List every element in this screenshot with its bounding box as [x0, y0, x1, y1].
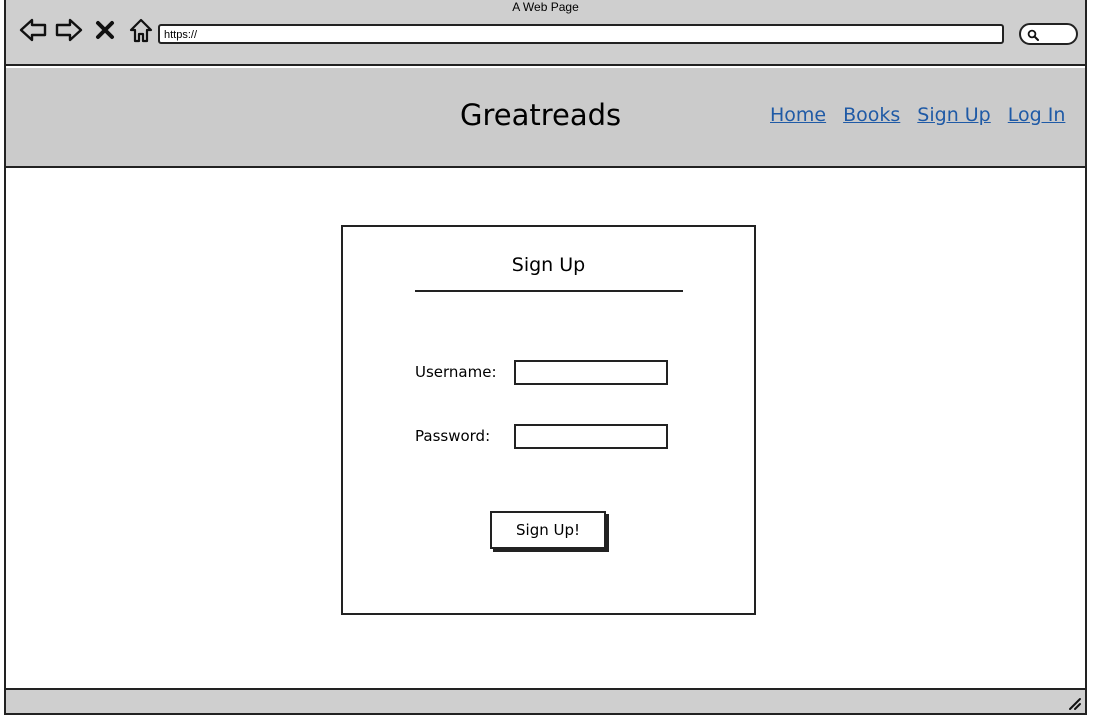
username-label: Username:	[415, 363, 497, 381]
browser-window: A Web Page https:// Greatreads Home Book…	[4, 0, 1087, 715]
browser-nav-buttons	[18, 14, 156, 46]
search-icon	[1027, 29, 1039, 41]
password-input[interactable]	[514, 424, 668, 449]
address-bar[interactable]	[158, 24, 1004, 44]
forward-arrow-icon[interactable]	[54, 15, 84, 45]
signup-card: Sign Up Username: Password: Sign Up!	[341, 225, 756, 615]
browser-chrome: A Web Page	[6, 0, 1085, 66]
status-bar	[6, 688, 1085, 713]
password-label: Password:	[415, 427, 491, 445]
nav-link-home[interactable]: Home	[770, 104, 826, 126]
home-icon[interactable]	[126, 15, 156, 45]
resize-grip-icon[interactable]	[1066, 695, 1082, 711]
site-nav: Home Books Sign Up Log In	[770, 104, 1065, 126]
nav-link-sign-up[interactable]: Sign Up	[917, 104, 990, 126]
signup-title: Sign Up	[511, 254, 586, 276]
site-header: Greatreads Home Books Sign Up Log In	[6, 68, 1085, 168]
username-input[interactable]	[514, 360, 668, 385]
title-divider	[415, 290, 683, 292]
nav-link-books[interactable]: Books	[843, 104, 900, 126]
window-title: A Web Page	[512, 0, 579, 14]
browser-search-button[interactable]	[1019, 23, 1078, 45]
back-arrow-icon[interactable]	[18, 15, 48, 45]
site-title: Greatreads	[460, 98, 622, 132]
close-icon[interactable]	[90, 15, 120, 45]
sign-up-button[interactable]: Sign Up!	[490, 511, 606, 549]
nav-link-log-in[interactable]: Log In	[1008, 104, 1066, 126]
